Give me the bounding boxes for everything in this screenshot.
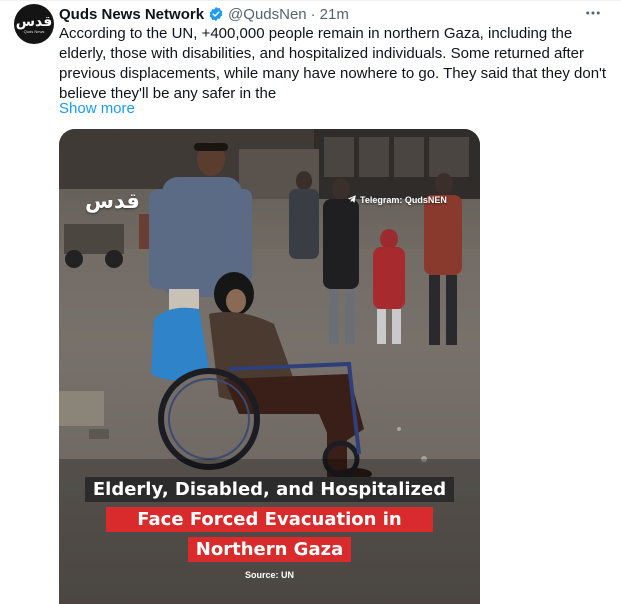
headline-line-2-text: Face Forced Evacuation in <box>106 507 433 532</box>
telegram-label: Telegram: QudsNEN <box>360 195 447 205</box>
verified-badge-icon <box>208 6 224 22</box>
headline-line-2: Face Forced Evacuation in <box>59 507 480 532</box>
avatar[interactable]: قدس Quds News <box>14 4 54 44</box>
headline-line-3-text: Northern Gaza <box>187 537 352 562</box>
tweet-media-image[interactable]: قدس Telegram: QudsNEN Elderly, Disabled,… <box>59 129 480 604</box>
more-horizontal-icon[interactable] <box>582 4 604 22</box>
watermark-logo: قدس <box>85 189 140 213</box>
separator-dot: · <box>310 5 316 23</box>
headline-line-1: Elderly, Disabled, and Hospitalized <box>59 477 480 502</box>
tweet-time[interactable]: 21m <box>320 6 349 23</box>
telegram-icon <box>347 194 357 206</box>
source-label: Source: UN <box>244 570 294 580</box>
headline-line-3: Northern Gaza <box>59 537 480 562</box>
tweet-text: According to the UN, +400,000 people rem… <box>59 25 607 102</box>
show-more-link[interactable]: Show more <box>59 99 135 119</box>
avatar-logo: قدس <box>15 13 53 30</box>
telegram-watermark: Telegram: QudsNEN <box>347 194 447 206</box>
author-name[interactable]: Quds News Network <box>59 6 204 23</box>
author-handle[interactable]: @QudsNen <box>228 6 307 23</box>
avatar-subtext: Quds News <box>23 28 45 34</box>
tweet-header: Quds News Network @QudsNen · 21m <box>59 4 349 24</box>
top-divider <box>0 0 621 1</box>
headline-line-1-text: Elderly, Disabled, and Hospitalized <box>84 477 455 502</box>
